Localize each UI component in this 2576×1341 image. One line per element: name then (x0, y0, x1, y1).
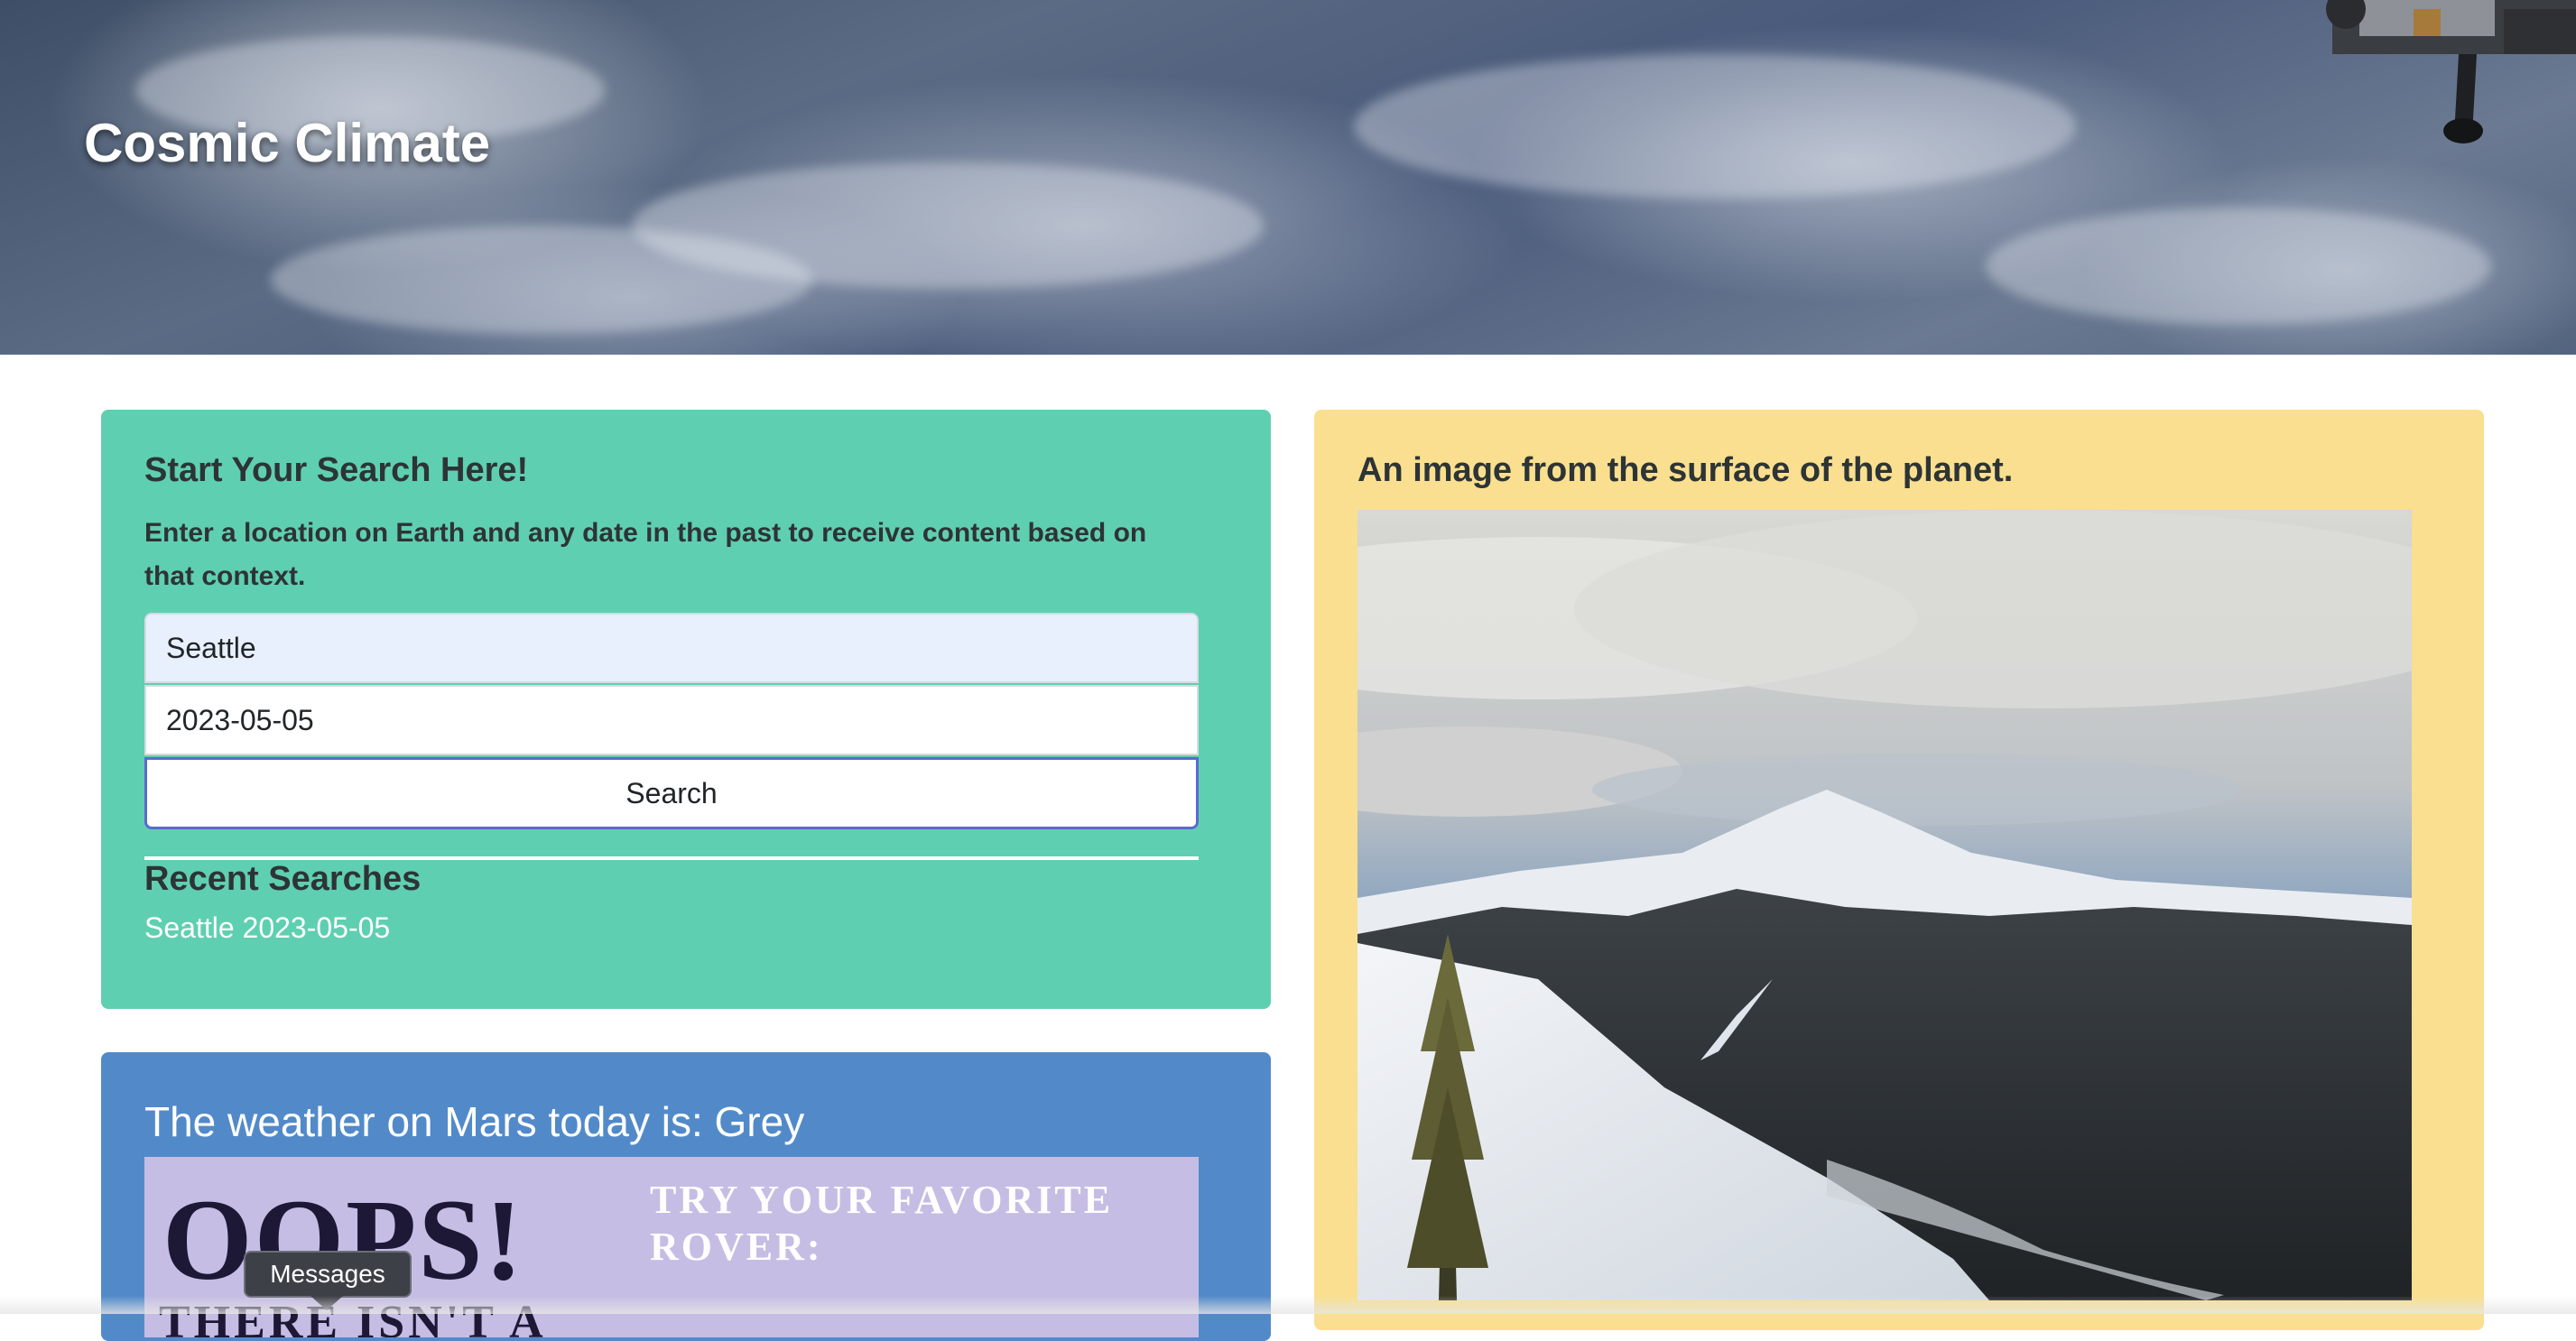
search-heading: Start Your Search Here! (144, 451, 529, 489)
messages-tooltip: Messages (244, 1251, 412, 1298)
hero-banner: Cosmic Climate (0, 0, 2576, 355)
mars-weather-title: The weather on Mars today is: Grey (144, 1098, 805, 1145)
hero-cloud (271, 226, 812, 334)
search-card: Start Your Search Here! Enter a location… (101, 410, 1271, 1009)
search-description: Enter a location on Earth and any date i… (144, 518, 1147, 591)
hero-cloud (1986, 208, 2491, 325)
hero-cloud (1354, 54, 2076, 199)
date-input[interactable] (144, 685, 1199, 755)
space-station-image (2326, 0, 2576, 143)
mountain-photo (1357, 510, 2412, 1300)
recent-searches-list: Seattle 2023-05-05 (144, 911, 1199, 945)
earth-image-heading: An image from the surface of the planet. (1357, 451, 2014, 489)
rover-prompt: TRY YOUR FAVORITE ROVER: (650, 1178, 1114, 1269)
earth-image-card: An image from the surface of the planet. (1314, 410, 2484, 1330)
site-title: Cosmic Climate (84, 113, 491, 173)
recent-searches-heading: Recent Searches (144, 860, 422, 898)
search-button[interactable]: Search (144, 757, 1199, 829)
bottom-shadow (0, 1296, 2576, 1314)
recent-search-item[interactable]: Seattle 2023-05-05 (144, 911, 1199, 945)
location-input[interactable] (144, 613, 1199, 683)
